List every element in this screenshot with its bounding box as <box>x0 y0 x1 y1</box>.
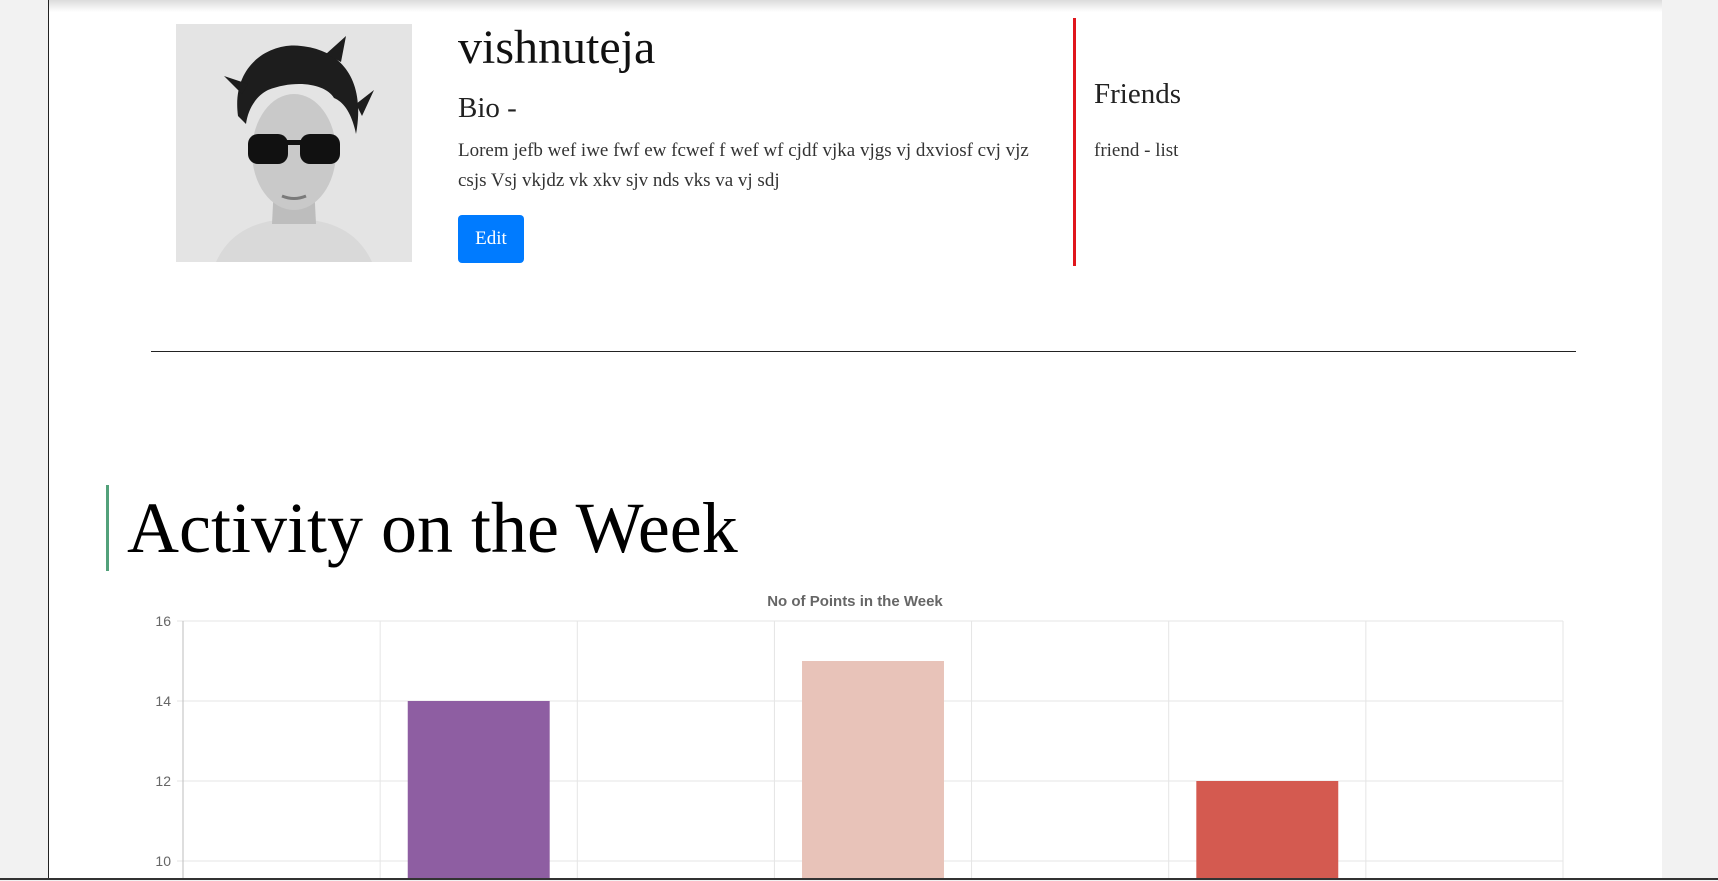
activity-section-title: Activity on the Week <box>106 485 738 571</box>
chart-bar <box>1196 781 1339 879</box>
friends-list: friend - list <box>1094 140 1179 161</box>
chart-bar <box>407 701 550 879</box>
profile-photo-image <box>176 24 412 262</box>
y-tick-label: 16 <box>155 613 171 629</box>
page: vishnuteja Bio - Lorem jefb wef iwe fwf … <box>48 0 1662 879</box>
chart-title: No of Points in the Week <box>767 593 943 610</box>
chart-bar <box>802 661 944 879</box>
edit-profile-button[interactable]: Edit <box>458 215 524 263</box>
profile-username: vishnuteja <box>458 21 656 74</box>
y-tick-label: 12 <box>155 773 171 789</box>
top-shadow <box>49 0 1662 12</box>
y-tick-label: 10 <box>155 853 171 869</box>
profile-avatar <box>176 24 412 262</box>
section-divider <box>151 351 1576 352</box>
window-bottom-edge <box>0 878 1718 880</box>
activity-chart: No of Points in the Week 10 12 14 16 <box>97 586 1577 879</box>
y-tick-label: 14 <box>155 693 171 709</box>
friends-title: Friends <box>1094 78 1181 110</box>
friends-panel: Friends friend - list <box>1073 18 1656 266</box>
activity-chart-svg: No of Points in the Week 10 12 14 16 <box>155 593 1564 879</box>
bio-text: Lorem jefb wef iwe fwf ew fcwef f wef wf… <box>458 140 1029 191</box>
bio-label: Bio - <box>458 92 517 124</box>
